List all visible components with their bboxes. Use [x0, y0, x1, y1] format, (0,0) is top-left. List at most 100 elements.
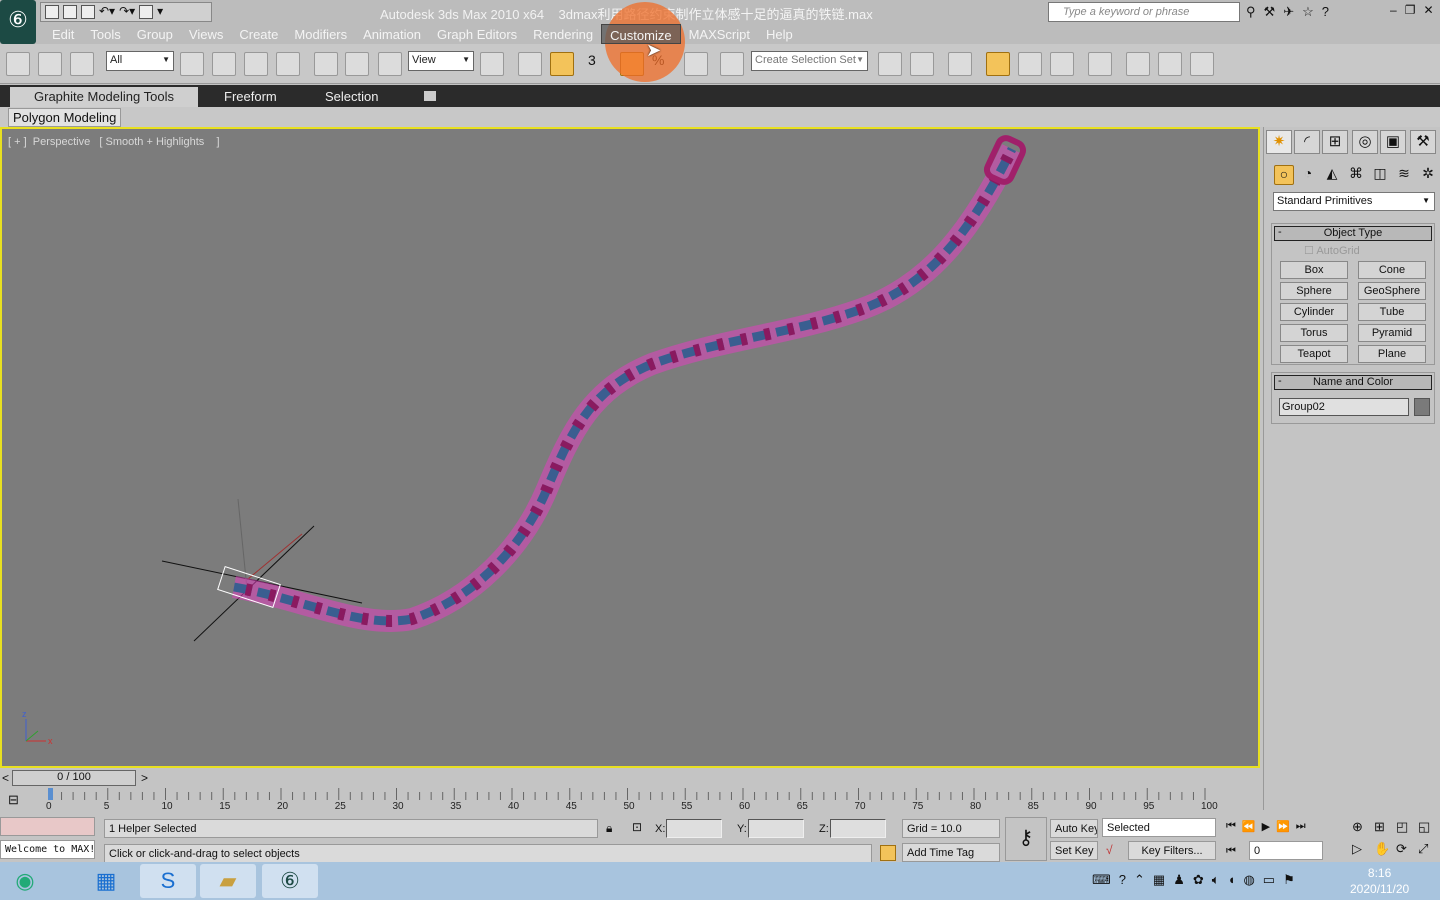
lock-selection-icon[interactable]: 🔒︎ — [606, 821, 612, 836]
align-icon[interactable] — [910, 52, 934, 76]
mirror-icon[interactable] — [878, 52, 902, 76]
box-button[interactable]: Box — [1280, 261, 1348, 279]
bind-space-warp-icon[interactable] — [70, 52, 94, 76]
geosphere-button[interactable]: GeoSphere — [1358, 282, 1426, 300]
move-icon[interactable] — [314, 52, 338, 76]
previous-key-icon[interactable]: ⏪ — [1242, 820, 1256, 833]
close-icon[interactable]: ✕ — [1423, 3, 1433, 17]
object-name-input[interactable]: Group02 — [1279, 398, 1409, 416]
rendered-frame-icon[interactable] — [1158, 52, 1182, 76]
object-color-swatch[interactable] — [1414, 398, 1430, 416]
lights-icon[interactable]: ◭ — [1322, 165, 1342, 185]
zoom-all-icon[interactable]: ⊞ — [1374, 819, 1396, 835]
name-color-header[interactable]: - Name and Color — [1274, 375, 1432, 390]
clock[interactable]: 8:16 2020/11/20 — [1350, 865, 1409, 897]
save-icon[interactable] — [81, 5, 95, 19]
utilities-tab-icon[interactable]: ⚒ — [1410, 130, 1436, 154]
zoom-icon[interactable]: ⊕ — [1352, 819, 1374, 835]
app-menu-logo[interactable]: ⑥ — [0, 0, 36, 44]
plane-button[interactable]: Plane — [1358, 345, 1426, 363]
select-by-name-icon[interactable] — [212, 52, 236, 76]
menu-edit[interactable]: Edit — [44, 24, 82, 44]
maxscript-listener-mini[interactable] — [0, 817, 95, 836]
menu-tools[interactable]: Tools — [82, 24, 128, 44]
menu-group[interactable]: Group — [129, 24, 181, 44]
tray-app-icon[interactable]: ◍ — [1243, 872, 1254, 888]
edit-named-selection-icon[interactable] — [720, 52, 744, 76]
add-time-tag-button[interactable]: Add Time Tag — [902, 843, 1000, 862]
subscription-icon[interactable]: ⚒ — [1264, 4, 1276, 20]
zoom-extents-icon[interactable]: ◰ — [1396, 819, 1418, 835]
tray-expand-icon[interactable]: ⌃ — [1134, 872, 1145, 888]
curve-editor-icon[interactable] — [1018, 52, 1042, 76]
sound-icon[interactable]: ◖ — [1228, 872, 1236, 888]
favorites-icon[interactable]: ☆ — [1302, 4, 1314, 20]
qat-dropdown-icon[interactable]: ▾ — [157, 4, 163, 20]
go-to-end-icon[interactable]: ⏭ — [1296, 820, 1306, 833]
restore-icon[interactable]: ❐ — [1405, 3, 1416, 17]
zoom-extents-all-icon[interactable]: ◱ — [1418, 819, 1440, 835]
tab-selection[interactable]: Selection — [325, 87, 378, 107]
pivot-center-icon[interactable] — [480, 52, 504, 76]
named-selection-dropdown[interactable]: Create Selection Set — [751, 51, 868, 71]
cameras-icon[interactable]: ⌘ — [1346, 165, 1366, 185]
absolute-mode-icon[interactable]: ⊡ — [632, 820, 642, 834]
orbit-icon[interactable]: ⟳ — [1396, 841, 1418, 857]
y-coordinate-input[interactable] — [748, 819, 804, 838]
keyboard-shortcut-override-icon[interactable] — [550, 52, 574, 76]
start-button[interactable]: ◉ — [0, 864, 50, 898]
menu-graph-editors[interactable]: Graph Editors — [429, 24, 525, 44]
menu-rendering[interactable]: Rendering — [525, 24, 601, 44]
layer-manager-icon[interactable] — [948, 52, 972, 76]
menu-help[interactable]: Help — [758, 24, 801, 44]
field-of-view-icon[interactable]: ▷ — [1352, 841, 1374, 857]
select-object-icon[interactable] — [180, 52, 204, 76]
menu-maxscript[interactable]: MAXScript — [681, 24, 758, 44]
menu-modifiers[interactable]: Modifiers — [286, 24, 355, 44]
reference-coordinate-dropdown[interactable]: View — [408, 51, 474, 71]
key-mode-toggle-icon[interactable]: ⏮ — [1226, 845, 1236, 858]
selection-region-icon[interactable] — [244, 52, 268, 76]
minimize-icon[interactable]: – — [1390, 3, 1397, 17]
taskbar-app-3dsmax[interactable]: ⑥ — [262, 864, 318, 898]
manipulate-icon[interactable] — [518, 52, 542, 76]
snaps-toggle-icon[interactable]: 3 — [588, 52, 612, 76]
mini-curve-editor-icon[interactable]: ⊟ — [8, 792, 19, 808]
systems-icon[interactable]: ✲ — [1418, 165, 1438, 185]
hierarchy-tab-icon[interactable]: ⊞ — [1322, 130, 1348, 154]
link-icon[interactable] — [6, 52, 30, 76]
binoculars-icon[interactable]: ⚲ — [1246, 4, 1256, 20]
z-coordinate-input[interactable] — [830, 819, 886, 838]
time-tag-icon[interactable] — [880, 845, 896, 861]
taskbar-app-folder[interactable]: ▰ — [200, 864, 256, 898]
next-key-icon[interactable]: ⏩ — [1276, 820, 1290, 833]
motion-tab-icon[interactable]: ◎ — [1352, 130, 1378, 154]
current-frame-marker[interactable] — [48, 788, 53, 800]
tab-graphite-modeling-tools[interactable]: Graphite Modeling Tools — [10, 87, 198, 107]
auto-key-button[interactable]: Auto Key — [1050, 819, 1098, 838]
app-tray-icon[interactable]: ✿ — [1193, 872, 1204, 888]
menu-customize[interactable]: Customize — [601, 24, 681, 44]
sphere-button[interactable]: Sphere — [1280, 282, 1348, 300]
set-key-button[interactable]: Set Key — [1050, 841, 1098, 860]
maximize-viewport-icon[interactable]: ⤢ — [1418, 841, 1440, 857]
graphite-toggle-icon[interactable] — [986, 52, 1010, 76]
prev-frame-arrow-icon[interactable]: < — [2, 771, 9, 785]
object-type-header[interactable]: - Object Type — [1274, 226, 1432, 241]
network-icon[interactable]: ▭ — [1263, 872, 1275, 888]
next-frame-arrow-icon[interactable]: > — [141, 771, 148, 785]
geometry-icon[interactable]: ○ — [1274, 165, 1294, 185]
key-mode-dropdown[interactable]: Selected — [1102, 818, 1216, 837]
category-dropdown[interactable]: Standard Primitives — [1273, 192, 1435, 211]
help-icon[interactable]: ? — [1322, 4, 1329, 20]
project-folder-icon[interactable] — [139, 5, 154, 19]
listener-output[interactable]: Welcome to MAX! — [0, 840, 95, 859]
percent-snap-icon[interactable]: % — [652, 52, 676, 76]
set-key-icon[interactable]: ⚷ — [1005, 817, 1047, 861]
scale-icon[interactable] — [378, 52, 402, 76]
keyboard-icon[interactable]: ⌨ — [1092, 872, 1111, 888]
current-frame-input[interactable]: 0 — [1249, 841, 1323, 860]
communication-icon[interactable]: ✈ — [1283, 4, 1294, 20]
default-tangent-icon[interactable]: √ — [1106, 843, 1113, 857]
polygon-modeling-panel[interactable]: Polygon Modeling — [8, 108, 122, 127]
